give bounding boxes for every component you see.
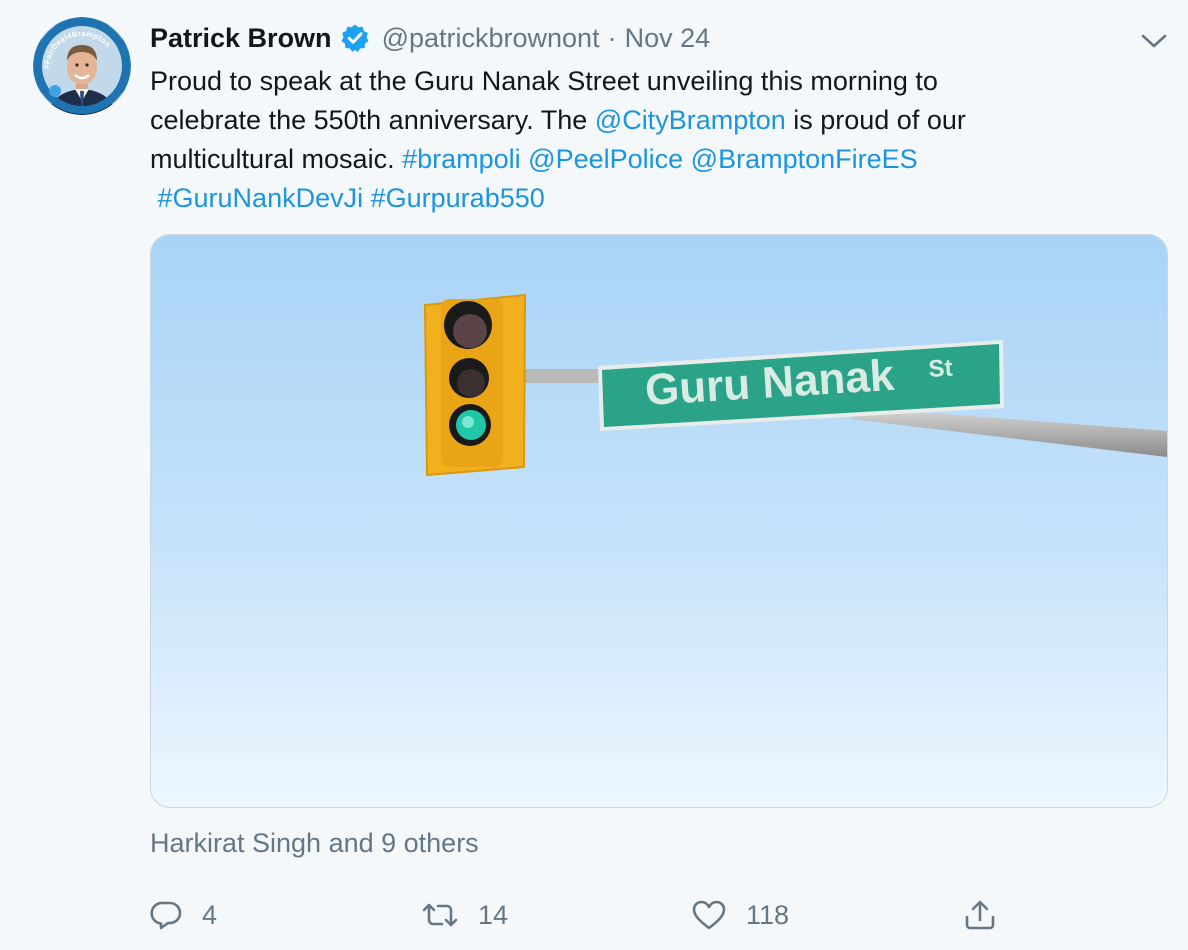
text-segment: Proud to speak at the Guru Nanak Street … <box>150 66 938 96</box>
hashtag-brampoli[interactable]: #brampoli <box>402 144 521 174</box>
tweet-text-line: #GuruNankDevJi #Gurpurab550 <box>150 179 1160 218</box>
share-button[interactable] <box>962 893 998 937</box>
traffic-signal <box>423 293 527 477</box>
mention-city-brampton[interactable]: @CityBrampton <box>595 105 786 135</box>
reply-count: 4 <box>202 899 218 930</box>
tweet-text-line: Proud to speak at the Guru Nanak Street … <box>150 62 1160 101</box>
hashtag-gurpurab550[interactable]: #Gurpurab550 <box>371 183 545 213</box>
mention-brampton-fire-es[interactable]: @BramptonFireES <box>691 144 918 174</box>
tweet-photo[interactable]: Guru Nanak St <box>150 234 1168 808</box>
retweet-icon <box>420 898 460 932</box>
tweet[interactable]: #FairDeal4Brampton Patrick Brown @patric… <box>0 0 1188 950</box>
author-avatar[interactable]: #FairDeal4Brampton <box>33 17 131 115</box>
text-segment: is proud of our <box>785 105 966 135</box>
tweet-text-line: multicultural mosaic. #brampoli @PeelPol… <box>150 140 1160 179</box>
reply-icon <box>150 898 184 932</box>
reply-button[interactable]: 4 <box>150 893 217 937</box>
text-segment: celebrate the 550th anniversary. The <box>150 105 595 135</box>
street-sign-suffix: St <box>928 355 954 383</box>
tweet-date[interactable]: Nov 24 <box>625 23 711 54</box>
tweet-text: Proud to speak at the Guru Nanak Street … <box>150 62 1160 218</box>
header-separator: · <box>607 22 617 53</box>
tweet-actions: 4 14 118 <box>150 893 1030 937</box>
liked-by-text[interactable]: Harkirat Singh and 9 others <box>150 828 479 859</box>
tweet-header: Patrick Brown @patrickbrownont · Nov 24 <box>150 20 710 56</box>
mention-peel-police[interactable]: @PeelPolice <box>528 144 683 174</box>
like-count: 118 <box>746 899 790 930</box>
share-icon <box>962 897 998 933</box>
tweet-text-line: celebrate the 550th anniversary. The @Ci… <box>150 101 1160 140</box>
author-handle[interactable]: @patrickbrownont <box>382 23 600 54</box>
hashtag-guru-nank-dev-ji[interactable]: #GuruNankDevJi <box>158 183 364 213</box>
like-button[interactable]: 118 <box>690 893 789 937</box>
author-display-name[interactable]: Patrick Brown <box>150 23 332 54</box>
retweet-count: 14 <box>478 899 509 930</box>
chevron-down-icon[interactable] <box>1138 26 1170 54</box>
like-icon <box>690 898 728 932</box>
retweet-button[interactable]: 14 <box>420 893 508 937</box>
text-segment: multicultural mosaic. <box>150 144 403 174</box>
verified-badge-icon <box>340 23 370 53</box>
